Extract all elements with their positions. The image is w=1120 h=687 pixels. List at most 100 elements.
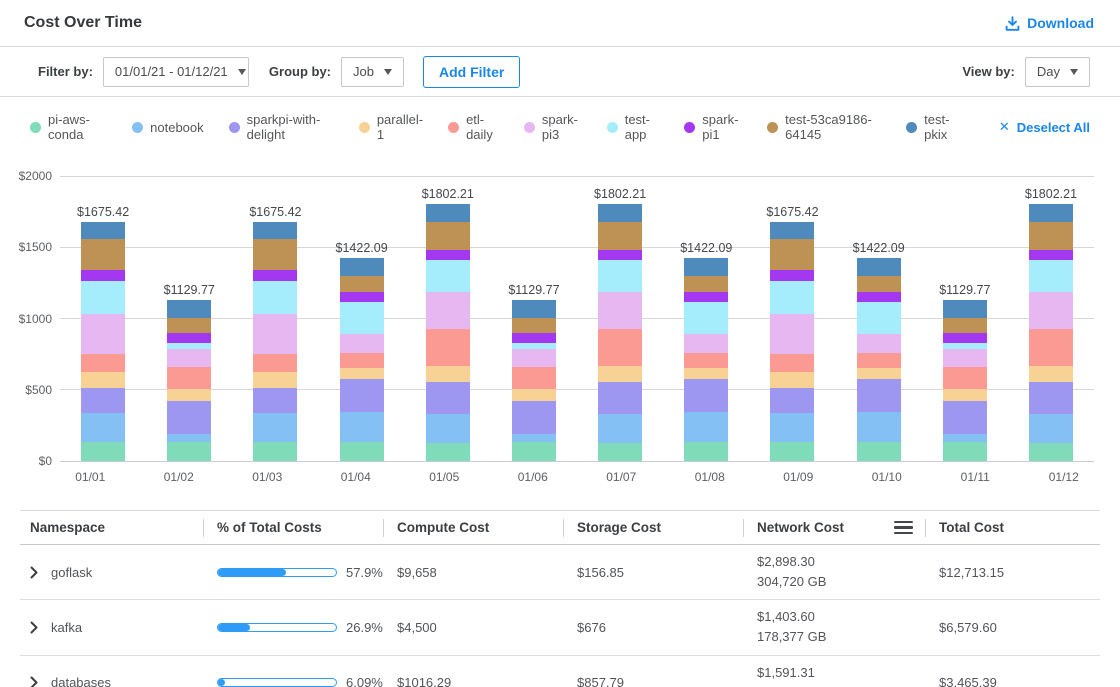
bar-segment-spark-pi3[interactable] bbox=[512, 349, 556, 367]
bar-segment-test-pkix[interactable] bbox=[340, 258, 384, 276]
bar-segment-notebook[interactable] bbox=[770, 413, 814, 442]
bar-segment-parallel-1[interactable] bbox=[598, 366, 642, 381]
bar-segment-etl-daily[interactable] bbox=[426, 329, 470, 366]
bar-segment-spark-pi3[interactable] bbox=[857, 334, 901, 353]
bar-segment-pi-aws-conda[interactable] bbox=[943, 442, 987, 461]
bar-segment-notebook[interactable] bbox=[253, 413, 297, 442]
bar-segment-test-app[interactable] bbox=[770, 281, 814, 314]
bar-segment-test-53ca9186-64145[interactable] bbox=[167, 318, 211, 332]
bar-segment-notebook[interactable] bbox=[943, 434, 987, 442]
bar-segment-test-app[interactable] bbox=[857, 302, 901, 333]
group-by-select[interactable]: Job bbox=[341, 57, 404, 87]
bar-segment-test-app[interactable] bbox=[1029, 260, 1073, 292]
bar-segment-parallel-1[interactable] bbox=[167, 389, 211, 401]
bar-segment-test-53ca9186-64145[interactable] bbox=[770, 239, 814, 269]
bar-segment-pi-aws-conda[interactable] bbox=[684, 442, 728, 461]
bar-segment-pi-aws-conda[interactable] bbox=[426, 443, 470, 461]
bar-segment-test-pkix[interactable] bbox=[253, 222, 297, 239]
bar-stack[interactable] bbox=[426, 204, 470, 461]
expand-chevron-icon[interactable] bbox=[30, 566, 38, 579]
bar-segment-pi-aws-conda[interactable] bbox=[770, 442, 814, 461]
bar-stack[interactable] bbox=[943, 300, 987, 461]
bar-segment-sparkpi-with-delight[interactable] bbox=[598, 382, 642, 414]
bar-segment-spark-pi1[interactable] bbox=[770, 270, 814, 281]
bar-segment-spark-pi3[interactable] bbox=[770, 314, 814, 354]
bar-segment-parallel-1[interactable] bbox=[512, 389, 556, 401]
bar-segment-spark-pi3[interactable] bbox=[253, 314, 297, 354]
bar-segment-sparkpi-with-delight[interactable] bbox=[426, 382, 470, 414]
legend-item-etl-daily[interactable]: etl-daily bbox=[448, 112, 499, 142]
bar-segment-pi-aws-conda[interactable] bbox=[253, 442, 297, 461]
bar-segment-notebook[interactable] bbox=[426, 414, 470, 443]
legend-item-spark-pi3[interactable]: spark-pi3 bbox=[524, 112, 582, 142]
bar-segment-sparkpi-with-delight[interactable] bbox=[943, 401, 987, 434]
bar-stack[interactable] bbox=[598, 204, 642, 461]
bar-segment-test-53ca9186-64145[interactable] bbox=[253, 239, 297, 269]
bar-segment-notebook[interactable] bbox=[598, 414, 642, 443]
bar-segment-sparkpi-with-delight[interactable] bbox=[512, 401, 556, 434]
bar-segment-pi-aws-conda[interactable] bbox=[857, 442, 901, 461]
bar-segment-spark-pi1[interactable] bbox=[426, 250, 470, 260]
deselect-all-button[interactable]: ✕ Deselect All bbox=[999, 119, 1090, 135]
bar-segment-notebook[interactable] bbox=[512, 434, 556, 442]
legend-item-notebook[interactable]: notebook bbox=[132, 120, 204, 135]
bar-segment-etl-daily[interactable] bbox=[1029, 329, 1073, 366]
bar-segment-spark-pi3[interactable] bbox=[340, 334, 384, 353]
bar-segment-test-app[interactable] bbox=[81, 281, 125, 314]
bar-segment-pi-aws-conda[interactable] bbox=[340, 442, 384, 461]
bar-segment-notebook[interactable] bbox=[340, 412, 384, 442]
bar-segment-test-pkix[interactable] bbox=[684, 258, 728, 276]
bar-segment-test-pkix[interactable] bbox=[167, 300, 211, 319]
legend-item-test-app[interactable]: test-app bbox=[607, 112, 660, 142]
bar-segment-test-53ca9186-64145[interactable] bbox=[857, 276, 901, 292]
bar-segment-etl-daily[interactable] bbox=[167, 367, 211, 389]
bar-segment-test-app[interactable] bbox=[598, 260, 642, 292]
bar-segment-spark-pi3[interactable] bbox=[684, 334, 728, 353]
bar-segment-sparkpi-with-delight[interactable] bbox=[1029, 382, 1073, 414]
bar-segment-spark-pi1[interactable] bbox=[943, 333, 987, 343]
bar-segment-test-53ca9186-64145[interactable] bbox=[943, 318, 987, 332]
bar-segment-parallel-1[interactable] bbox=[426, 366, 470, 381]
bar-segment-test-53ca9186-64145[interactable] bbox=[684, 276, 728, 292]
bar-segment-etl-daily[interactable] bbox=[770, 354, 814, 372]
bar-stack[interactable] bbox=[253, 222, 297, 461]
bar-segment-etl-daily[interactable] bbox=[512, 367, 556, 389]
bar-segment-test-app[interactable] bbox=[340, 302, 384, 333]
bar-segment-notebook[interactable] bbox=[81, 413, 125, 442]
bar-segment-test-pkix[interactable] bbox=[770, 222, 814, 239]
legend-item-parallel-1[interactable]: parallel-1 bbox=[359, 112, 423, 142]
bar-segment-parallel-1[interactable] bbox=[340, 368, 384, 379]
bar-segment-parallel-1[interactable] bbox=[770, 372, 814, 389]
bar-stack[interactable] bbox=[684, 258, 728, 461]
bar-segment-pi-aws-conda[interactable] bbox=[598, 443, 642, 461]
bar-stack[interactable] bbox=[857, 258, 901, 461]
bar-stack[interactable] bbox=[770, 222, 814, 461]
bar-segment-spark-pi1[interactable] bbox=[167, 333, 211, 343]
bar-segment-sparkpi-with-delight[interactable] bbox=[81, 388, 125, 413]
legend-item-spark-pi1[interactable]: spark-pi1 bbox=[684, 112, 742, 142]
bar-segment-parallel-1[interactable] bbox=[943, 389, 987, 401]
date-range-select[interactable]: 01/01/21 - 01/12/21 bbox=[103, 57, 249, 87]
bar-segment-spark-pi1[interactable] bbox=[598, 250, 642, 260]
bar-stack[interactable] bbox=[340, 258, 384, 461]
bar-segment-test-pkix[interactable] bbox=[943, 300, 987, 319]
bar-segment-etl-daily[interactable] bbox=[943, 367, 987, 389]
bar-segment-sparkpi-with-delight[interactable] bbox=[857, 379, 901, 413]
download-button[interactable]: Download bbox=[1005, 15, 1094, 31]
bar-segment-sparkpi-with-delight[interactable] bbox=[770, 388, 814, 413]
legend-item-test-53ca9186-64145[interactable]: test-53ca9186-64145 bbox=[767, 112, 881, 142]
view-by-select[interactable]: Day bbox=[1025, 57, 1090, 87]
bar-stack[interactable] bbox=[1029, 204, 1073, 461]
bar-segment-notebook[interactable] bbox=[167, 434, 211, 442]
bar-segment-spark-pi3[interactable] bbox=[943, 349, 987, 367]
bar-segment-test-53ca9186-64145[interactable] bbox=[1029, 222, 1073, 249]
column-menu-icon[interactable] bbox=[892, 519, 915, 537]
bar-segment-test-pkix[interactable] bbox=[598, 204, 642, 222]
bar-segment-sparkpi-with-delight[interactable] bbox=[340, 379, 384, 413]
bar-segment-pi-aws-conda[interactable] bbox=[81, 442, 125, 461]
bar-segment-test-app[interactable] bbox=[684, 302, 728, 333]
bar-segment-pi-aws-conda[interactable] bbox=[167, 442, 211, 461]
bar-segment-test-pkix[interactable] bbox=[857, 258, 901, 276]
bar-segment-spark-pi1[interactable] bbox=[857, 292, 901, 303]
bar-segment-spark-pi3[interactable] bbox=[167, 349, 211, 367]
